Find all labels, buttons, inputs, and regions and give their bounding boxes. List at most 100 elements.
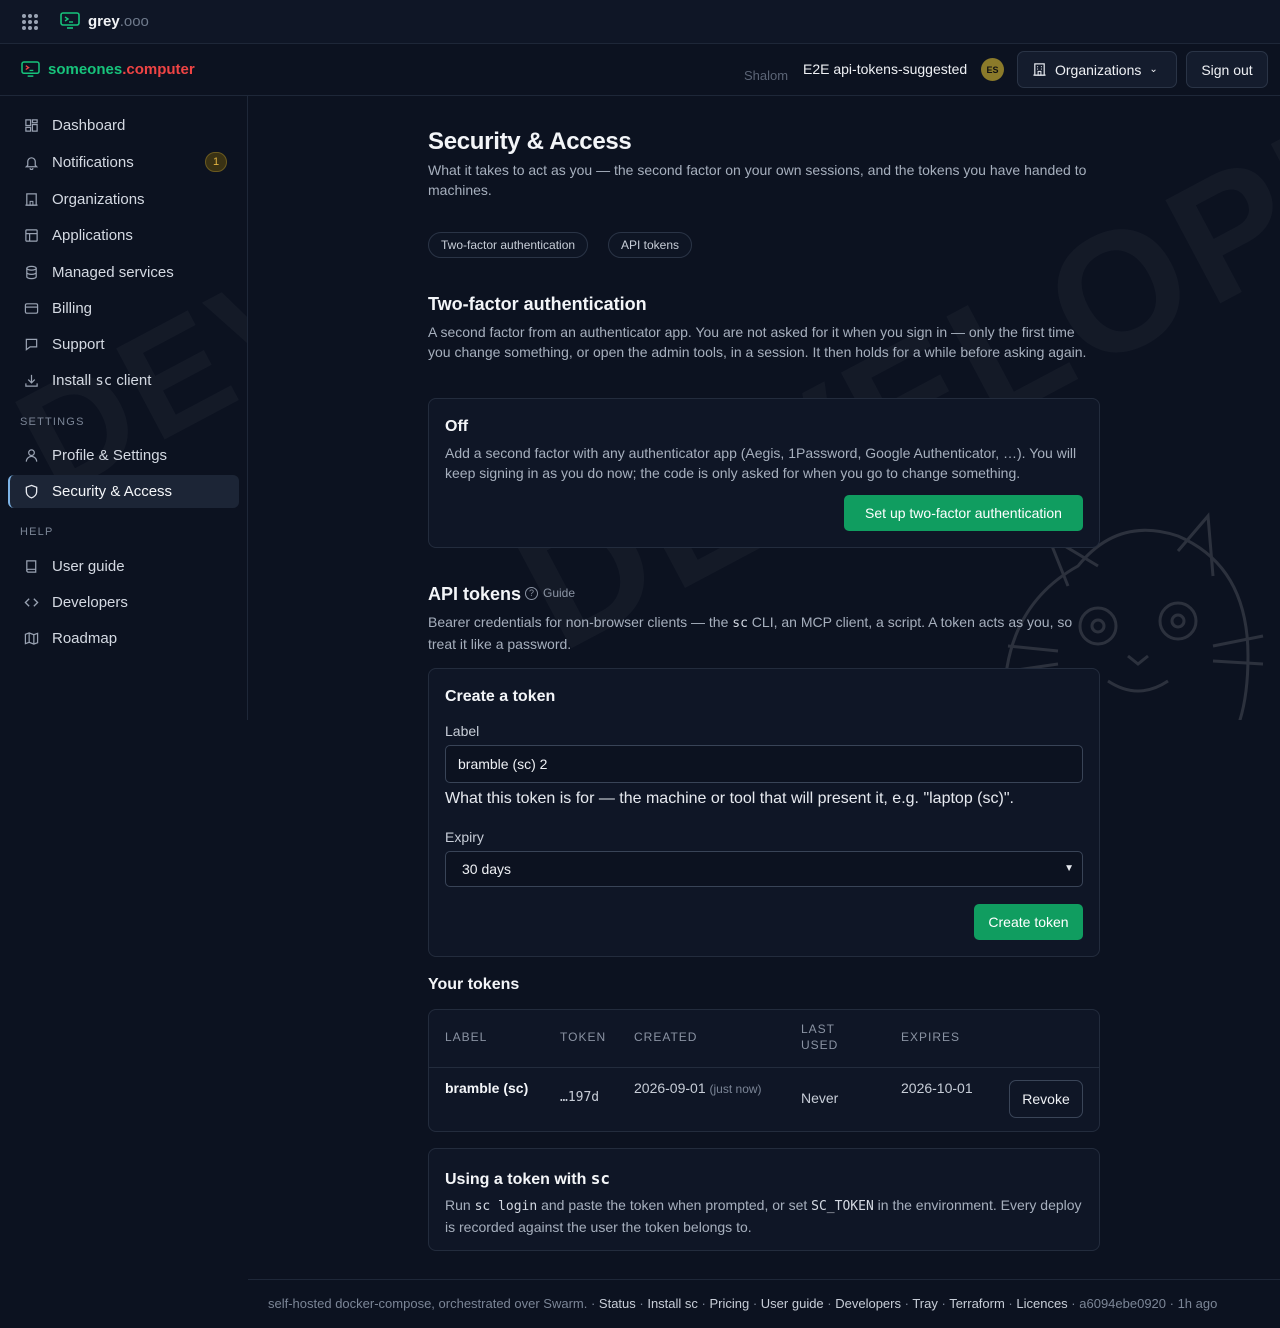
sidebar-item-label: Roadmap [52, 630, 118, 647]
sidebar-item-label: Dashboard [52, 117, 126, 134]
two-factor-status-text: Add a second factor with any authenticat… [445, 445, 1077, 481]
label-help-text: What this token is for — the machine or … [445, 790, 1014, 807]
tab-two-factor[interactable]: Two-factor authentication [428, 232, 589, 258]
shield-icon [23, 484, 39, 500]
create-token-card: Create a token Label What this token is … [428, 668, 1100, 957]
code-icon [23, 595, 39, 611]
usage-text: Run sc login and paste the token when pr… [445, 1197, 1082, 1235]
column-header-token: TOKEN [560, 1030, 607, 1044]
commit-hash[interactable]: a6094ebe0920 [1079, 1296, 1166, 1311]
user-icon [23, 448, 39, 464]
sidebar-item-organizations[interactable]: Organizations [8, 183, 239, 216]
footer-link-terraform[interactable]: Terraform [949, 1296, 1005, 1311]
platform-brand[interactable]: grey.ooo [88, 13, 149, 30]
terminal-logo-icon [21, 61, 40, 77]
sidebar-item-dashboard[interactable]: Dashboard [8, 109, 239, 142]
expiry-selected-value: 30 days [462, 861, 512, 877]
column-header-last-used: LAST USED [801, 1022, 839, 1052]
column-header-created: CREATED [634, 1030, 698, 1044]
avatar[interactable]: ES [981, 58, 1004, 81]
footer-link-licences[interactable]: Licences [1016, 1296, 1067, 1311]
sidebar-item-label: Developers [52, 594, 128, 611]
footer-link-status[interactable]: Status [599, 1296, 636, 1311]
token-created-cell: 2026-09-01 (just now) [634, 1080, 762, 1096]
sidebar-item-user-guide[interactable]: User guide [8, 550, 239, 583]
chevron-down-icon: ▼ [1064, 863, 1074, 874]
build-age: 1h ago [1177, 1296, 1218, 1311]
footer-link-developers[interactable]: Developers [835, 1296, 901, 1311]
credit-card-icon [23, 301, 39, 317]
sidebar-item-applications[interactable]: Applications [8, 219, 239, 252]
footer-link-user-guide[interactable]: User guide [761, 1296, 824, 1311]
chevron-down-icon: ⌄ [1149, 64, 1158, 75]
page-lead: What it takes to act as you — the second… [428, 162, 1087, 198]
sidebar-item-billing[interactable]: Billing [8, 292, 239, 325]
token-label-cell: bramble (sc) [445, 1080, 529, 1096]
footer-link-pricing[interactable]: Pricing [709, 1296, 749, 1311]
sidebar-item-label: Billing [52, 300, 93, 317]
help-circle-icon: ? [525, 586, 538, 600]
sidebar-item-developers[interactable]: Developers [8, 586, 239, 619]
revoke-token-button[interactable]: Revoke [1009, 1080, 1083, 1118]
guide-label: Guide [543, 586, 576, 600]
table-divider [429, 1067, 1099, 1068]
sidebar-item-managed-services[interactable]: Managed services [8, 256, 239, 289]
api-tokens-description: Bearer credentials for non-browser clien… [428, 614, 1073, 652]
sidebar-item-label: Install sc client [52, 372, 152, 389]
two-factor-status: Off [445, 418, 469, 435]
organizations-button[interactable]: Organizations ⌄ [1017, 51, 1177, 88]
sidebar-item-security-access[interactable]: Security & Access [8, 475, 239, 508]
building-icon [1033, 63, 1046, 76]
bell-icon [23, 155, 39, 171]
sidebar-item-notifications[interactable]: Notifications 1 [8, 146, 239, 179]
sidebar-item-install-client[interactable]: Install sc client [8, 364, 239, 397]
book-icon [23, 559, 39, 575]
guide-link[interactable]: ? Guide [525, 586, 575, 600]
message-icon [23, 337, 39, 353]
sidebar-item-label: Support [52, 336, 105, 353]
user-name[interactable]: E2E api-tokens-suggested [803, 61, 967, 77]
top-bar: grey.ooo [0, 0, 1280, 44]
dashboard-icon [23, 118, 39, 134]
setup-two-factor-button[interactable]: Set up two-factor authentication [844, 495, 1083, 531]
sidebar: DEVELOPMENT Dashboard Notifications 1 Or… [0, 96, 248, 720]
usage-card: Using a token with sc Run sc login and p… [428, 1148, 1100, 1251]
footer-link-tray[interactable]: Tray [912, 1296, 938, 1311]
sign-out-button[interactable]: Sign out [1186, 51, 1268, 88]
sidebar-item-label: Profile & Settings [52, 447, 168, 464]
your-tokens-heading: Your tokens [428, 976, 520, 993]
tab-api-tokens[interactable]: API tokens [608, 232, 693, 258]
database-icon [23, 265, 39, 281]
expiry-field-label: Expiry [445, 829, 484, 845]
two-factor-heading: Two-factor authentication [428, 294, 647, 314]
footer-text: self-hosted docker-compose, orchestrated… [268, 1296, 1218, 1311]
sidebar-item-label: User guide [52, 558, 125, 575]
footer: self-hosted docker-compose, orchestrated… [248, 1279, 1280, 1328]
create-token-button[interactable]: Create token [974, 904, 1083, 940]
create-token-heading: Create a token [445, 688, 556, 705]
column-header-label: LABEL [445, 1030, 488, 1044]
usage-heading: Using a token with sc [445, 1169, 611, 1188]
page-title: Security & Access [428, 128, 632, 155]
layout-icon [23, 228, 39, 244]
app-brand[interactable]: someones.computer [48, 61, 195, 78]
notification-count-badge: 1 [205, 152, 227, 172]
sidebar-item-label: Notifications [52, 154, 134, 171]
expiry-select[interactable]: 30 days ▼ [445, 851, 1083, 887]
footer-link-install[interactable]: Install sc [647, 1296, 698, 1311]
sidebar-item-roadmap[interactable]: Roadmap [8, 622, 239, 655]
sidebar-item-label: Organizations [52, 191, 145, 208]
map-icon [23, 631, 39, 647]
sidebar-item-label: Applications [52, 227, 133, 244]
sidebar-item-support[interactable]: Support [8, 328, 239, 361]
help-section-label: HELP [20, 526, 54, 538]
sidebar-item-profile-settings[interactable]: Profile & Settings [8, 439, 239, 472]
token-label-input[interactable] [445, 745, 1083, 783]
organizations-label: Organizations [1055, 61, 1142, 78]
label-field-label: Label [445, 723, 480, 739]
terminal-logo-icon [60, 12, 80, 29]
sidebar-item-label: Managed services [52, 264, 174, 281]
token-expires-cell: 2026-10-01 [901, 1080, 973, 1096]
building-icon [23, 192, 39, 208]
app-launcher-icon[interactable] [22, 14, 38, 30]
